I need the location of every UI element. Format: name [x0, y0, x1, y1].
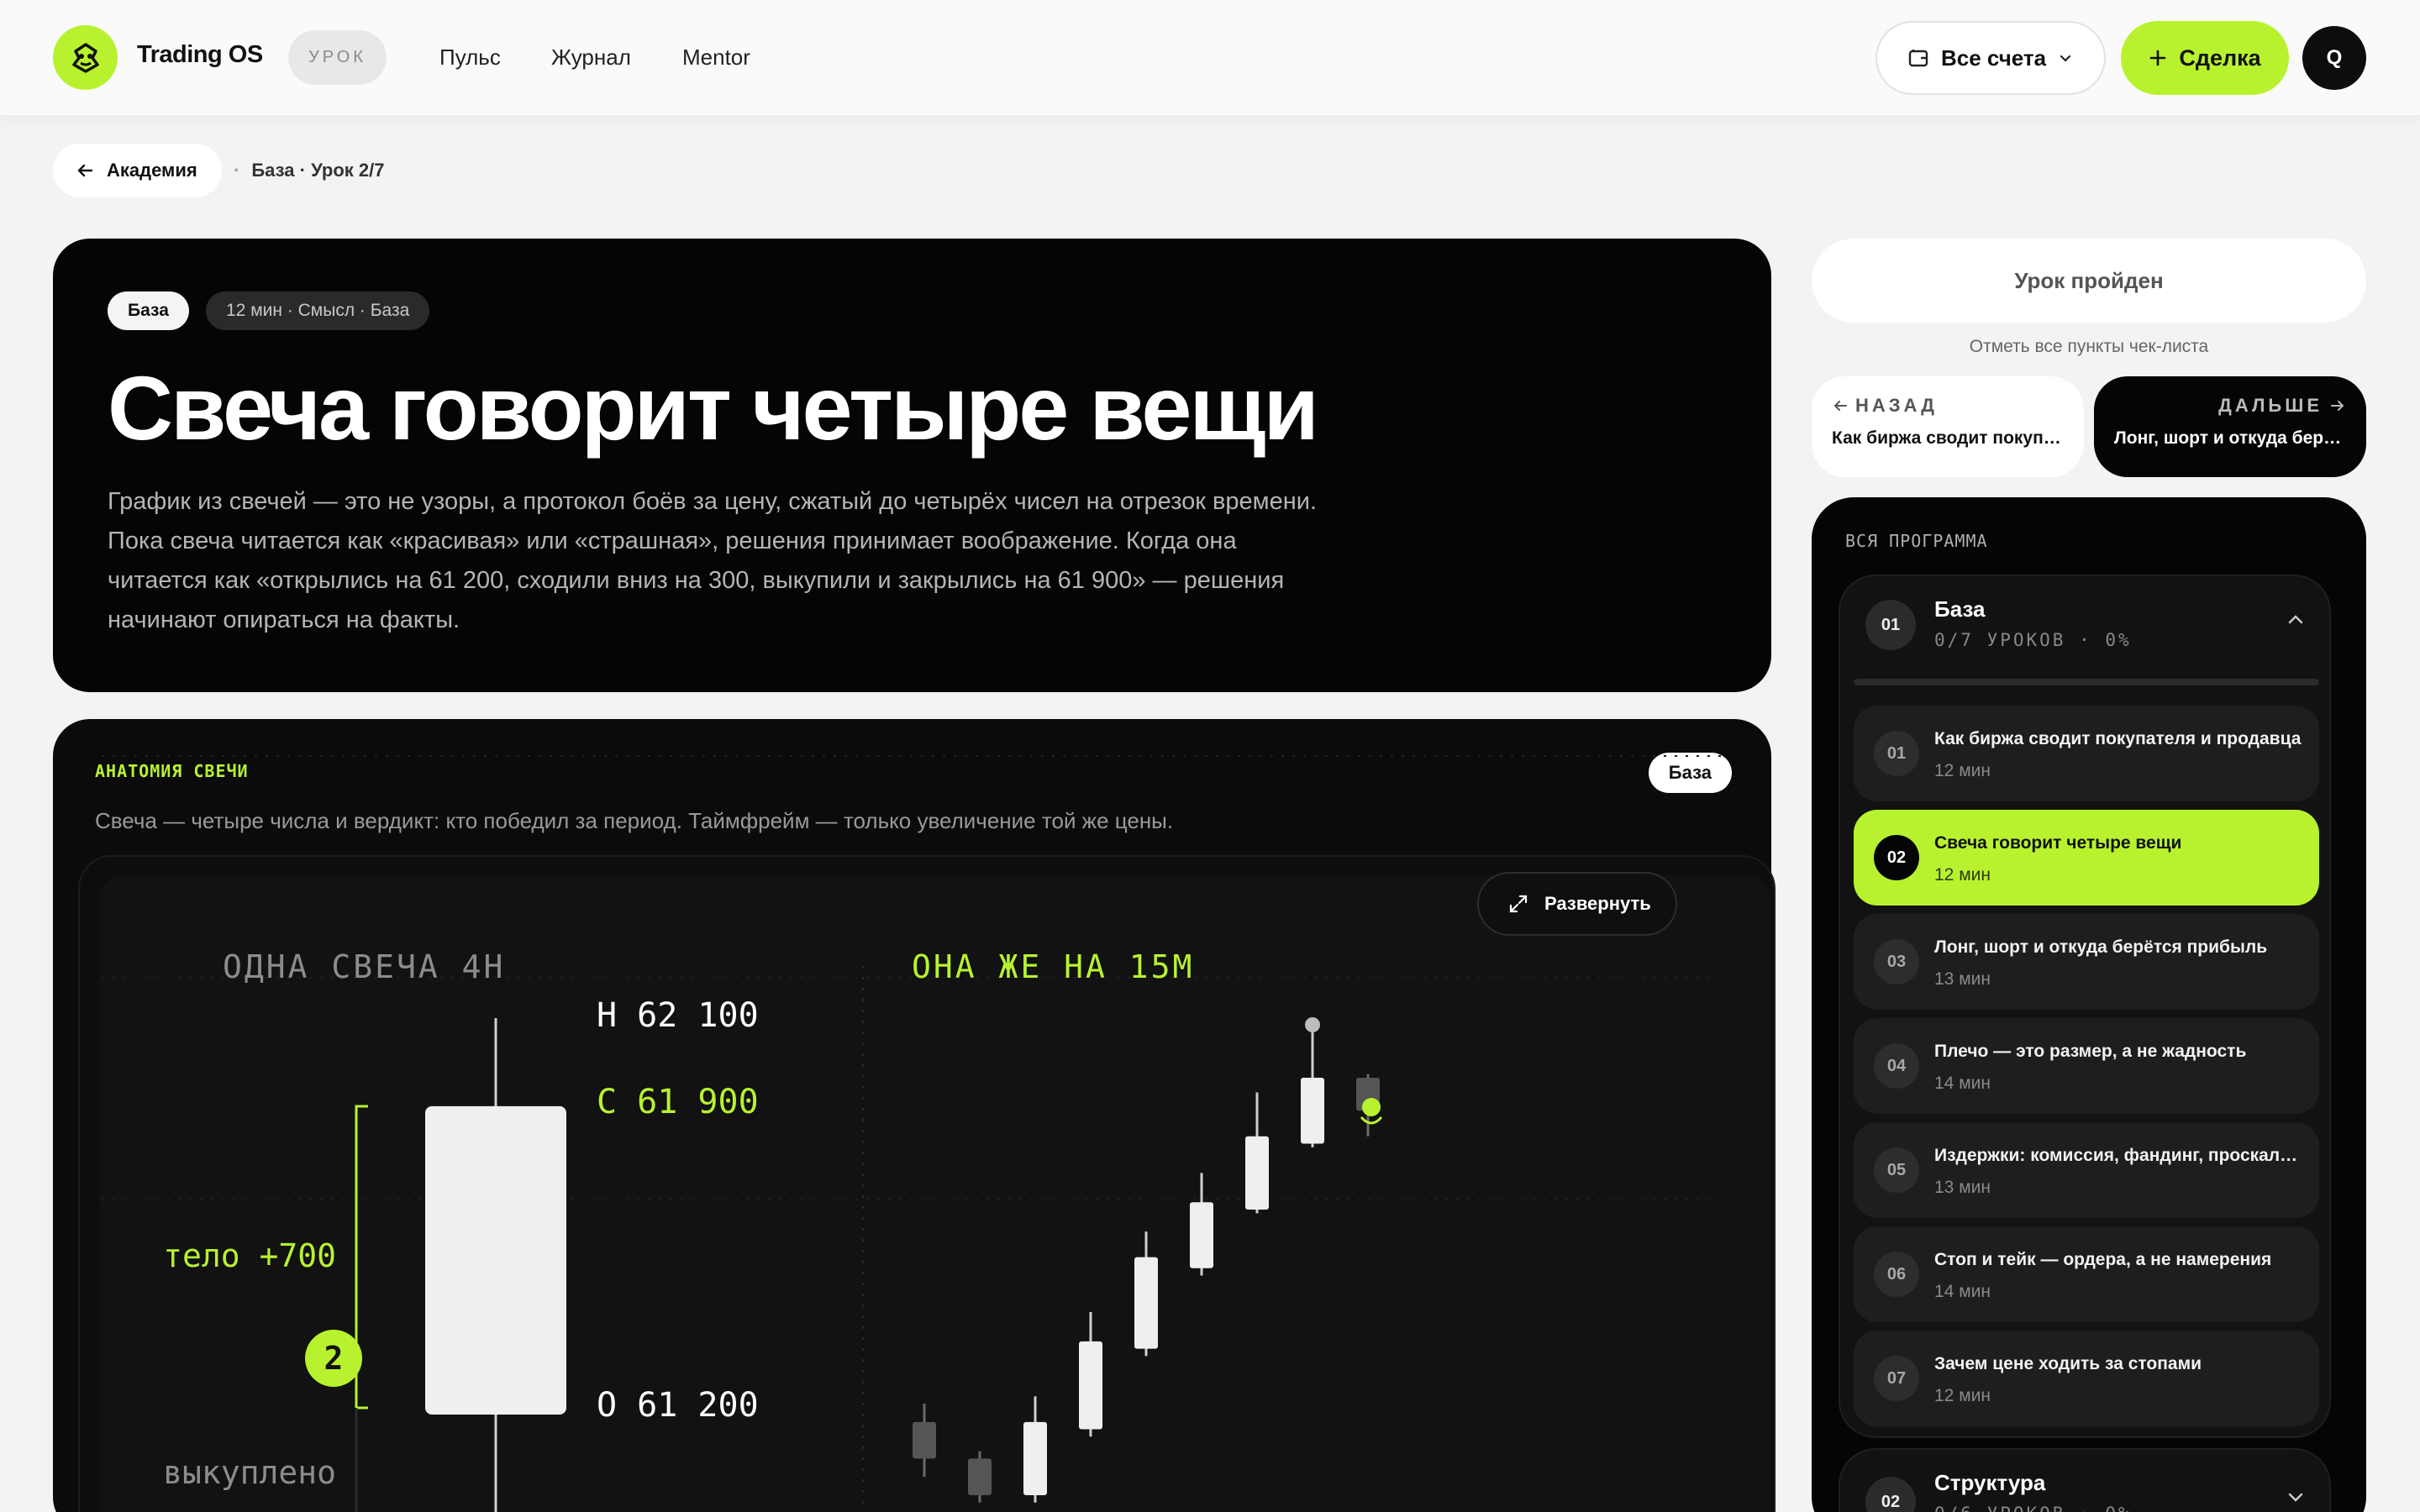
- checklist-hint: Отметь все пункты чек-листа: [1969, 337, 2209, 356]
- lesson-item[interactable]: 01 Как биржа сводит покупателя и продавца…: [1854, 706, 2319, 801]
- body-label: тело +700: [163, 1237, 336, 1274]
- chevron-down-icon: [2288, 1493, 2303, 1502]
- high-label: H 62 100: [597, 996, 759, 1035]
- lesson-item[interactable]: 02 Свеча говорит четыре вещи 12 мин: [1854, 810, 2319, 906]
- candle-body: [968, 1458, 992, 1495]
- live-marker: [1362, 1098, 1381, 1116]
- chevron-up-icon[interactable]: [2286, 610, 2306, 630]
- lesson-title: Лонг, шорт и откуда берётся прибыль: [1934, 937, 2268, 957]
- bought-label: выкуплено: [163, 1454, 336, 1491]
- lesson-complete-button[interactable]: Урок пройден: [1812, 239, 2366, 323]
- module-title: Структура: [1934, 1470, 2046, 1495]
- lesson-duration: 13 мин: [1934, 1178, 1991, 1197]
- lesson-item[interactable]: 04 Плечо — это размер, а не жадность 14 ми…: [1854, 1018, 2319, 1114]
- arrow-right-icon: [2331, 401, 2344, 411]
- lesson-number: 05: [1874, 1147, 1919, 1193]
- module-progress-text: 0/6 УРОКОВ · 0%: [1934, 1504, 2132, 1512]
- candle-body: [1245, 1136, 1269, 1210]
- lesson-duration: 12 мин: [1934, 865, 1991, 885]
- lesson-duration: 12 мин: [1934, 1386, 1991, 1405]
- lesson-number: 07: [1874, 1356, 1919, 1401]
- lesson-duration: 14 мин: [1934, 1074, 1991, 1093]
- lesson-number: 04: [1874, 1043, 1919, 1089]
- arrow-left-icon: [1833, 401, 1847, 411]
- lesson-title: Плечо — это размер, а не жадность: [1934, 1042, 2247, 1061]
- candle-body: [425, 1105, 566, 1415]
- open-label: O 61 200: [597, 1386, 759, 1425]
- lesson-duration: 13 мин: [1934, 969, 1991, 989]
- prev-label: НАЗАД: [1855, 395, 1938, 416]
- lesson-title: Как биржа сводит покупателя и продавца: [1934, 729, 2302, 748]
- module-base: 01 База 0/7 УРОКОВ · 0% 01 Как биржа свод…: [1839, 575, 2331, 1438]
- lesson-number: 01: [1874, 731, 1919, 776]
- module-number: 01: [1865, 600, 1916, 650]
- lesson-title: Зачем цене ходить за стопами: [1934, 1354, 2202, 1373]
- module-structure[interactable]: 02 Структура 0/6 УРОКОВ · 0%: [1839, 1448, 2331, 1512]
- lesson-item[interactable]: 05 Издержки: комиссия, фандинг, проскальз…: [1854, 1122, 2319, 1218]
- lesson-number: 03: [1874, 939, 1919, 984]
- program-label: ВСЯ ПРОГРАММА: [1845, 531, 1988, 551]
- next-label: ДАЛЬШЕ: [2218, 395, 2323, 416]
- candle-body: [1134, 1257, 1158, 1349]
- candle-body: [1190, 1202, 1213, 1268]
- lesson-duration: 12 мин: [1934, 761, 1991, 780]
- lesson-item[interactable]: 03 Лонг, шорт и откуда берётся прибыль 13 …: [1854, 914, 2319, 1010]
- right-panel-title: ОНА ЖЕ НА 15М: [912, 948, 1194, 985]
- lesson-item[interactable]: 06 Стоп и тейк — ордера, а не намерения 14…: [1854, 1226, 2319, 1322]
- next-lesson-card[interactable]: ДАЛЬШЕ Лонг, шорт и откуда берётся прибы…: [2094, 376, 2366, 477]
- expand-icon: [1509, 895, 1528, 913]
- live-marker-halo: [1360, 1116, 1383, 1125]
- program-panel: ВСЯ ПРОГРАММА 01 База 0/7 УРОКОВ · 0% 01…: [1812, 497, 2366, 1512]
- lesson-number: 02: [1874, 835, 1919, 880]
- expand-button[interactable]: Развернуть: [1477, 872, 1677, 936]
- lesson-title: Свеча говорит четыре вещи: [1934, 833, 2182, 853]
- lesson-title: Стоп и тейк — ордера, а не намерения: [1934, 1250, 2272, 1269]
- module-progress-text: 0/7 УРОКОВ · 0%: [1934, 630, 2132, 650]
- module-progress-bar: [1854, 679, 2319, 685]
- module-number: 02: [1865, 1477, 1916, 1512]
- lesson-item[interactable]: 07 Зачем цене ходить за стопами 12 мин: [1854, 1331, 2319, 1426]
- next-title: Лонг, шорт и откуда берётся прибыль: [2114, 428, 2346, 448]
- candle-body: [1301, 1078, 1324, 1144]
- lesson-duration: 14 мин: [1934, 1282, 1991, 1301]
- lesson-number: 06: [1874, 1252, 1919, 1297]
- left-panel-title: ОДНА СВЕЧА 4H: [223, 948, 505, 985]
- lesson-title: Издержки: комиссия, фандинг, проскальзыв…: [1934, 1146, 2304, 1165]
- module-title: База: [1934, 596, 1986, 622]
- high-marker: [1305, 1017, 1320, 1032]
- candle-body: [1023, 1421, 1047, 1495]
- prev-lesson-card[interactable]: НАЗАД Как биржа сводит покупателя и прод…: [1812, 376, 2084, 477]
- candle-body: [1079, 1341, 1102, 1430]
- close-label: C 61 900: [597, 1083, 759, 1121]
- candle-body: [913, 1421, 936, 1459]
- prev-title: Как биржа сводит покупателя и продавца: [1832, 428, 2064, 448]
- expand-label: Развернуть: [1544, 893, 1651, 914]
- step-badge-text: 2: [324, 1340, 344, 1377]
